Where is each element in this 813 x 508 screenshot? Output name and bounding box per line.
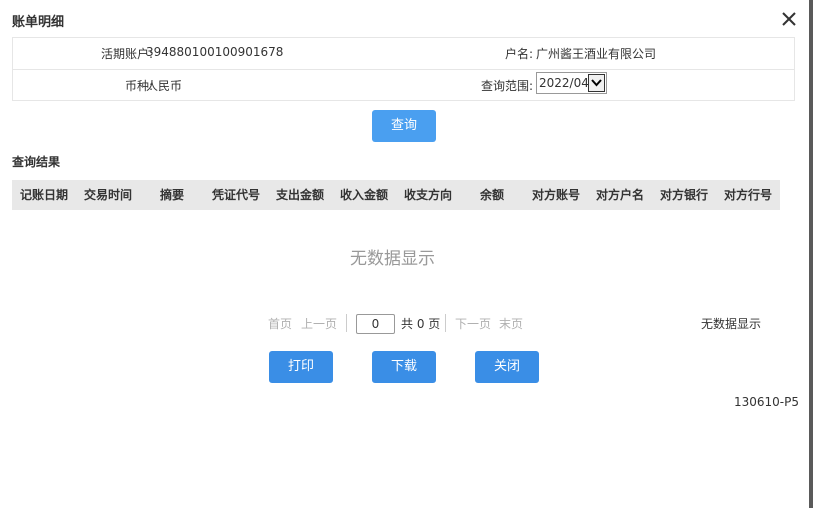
th-counterparty-bank: 对方银行 — [659, 188, 708, 202]
dialog-title: 账单明细 — [12, 15, 65, 30]
info-row: 活期账户: 394880100100901678 户名: 广州酱王酒业有限公司 — [13, 38, 794, 70]
pager-divider — [346, 314, 347, 332]
th-voucher-code: 凭证代号 — [211, 188, 260, 202]
window-edge — [809, 0, 813, 508]
account-value: 394880100100901678 — [146, 45, 284, 59]
results-table-header: 记账日期 交易时间 摘要 凭证代号 支出金额 收入金额 收支方向 余额 对方账号… — [12, 180, 780, 210]
pager-first[interactable]: 首页 — [268, 315, 292, 332]
page-number-input[interactable]: 0 — [356, 314, 395, 334]
account-label: 活期账户: — [100, 47, 153, 61]
chevron-down-icon[interactable] — [588, 74, 605, 92]
th-balance: 余额 — [479, 188, 504, 202]
name-value: 广州酱王酒业有限公司 — [536, 47, 657, 61]
range-label: 查询范围: — [480, 79, 533, 93]
th-counterparty-account: 对方账号 — [531, 188, 580, 202]
download-button[interactable]: 下载 — [372, 351, 436, 383]
print-button[interactable]: 打印 — [269, 351, 333, 383]
pager-last[interactable]: 末页 — [499, 315, 523, 332]
pager-prev[interactable]: 上一页 — [301, 315, 337, 332]
th-direction: 收支方向 — [403, 188, 452, 202]
pager-status: 无数据显示 — [701, 317, 762, 331]
th-counterparty-bank-code: 对方行号 — [723, 188, 772, 202]
info-row: 币种: 人民币 查询范围: 2022/04 — [13, 69, 794, 100]
page-code: 130610-P5 — [734, 395, 800, 409]
currency-value: 人民币 — [146, 79, 183, 93]
th-summary: 摘要 — [159, 188, 184, 202]
range-select-value: 2022/04 — [539, 76, 589, 90]
close-icon[interactable] — [779, 9, 799, 29]
pager-next[interactable]: 下一页 — [455, 315, 491, 332]
th-posting-date: 记账日期 — [19, 188, 68, 202]
th-expense-amount: 支出金额 — [275, 188, 324, 202]
bill-detail-dialog: 账单明细 活期账户: 394880100100901678 户名: 广州酱王酒业… — [0, 0, 809, 508]
th-counterparty-name: 对方户名 — [595, 188, 644, 202]
pager-divider — [445, 314, 446, 332]
empty-table-message: 无数据显示 — [350, 249, 435, 269]
results-title: 查询结果 — [12, 155, 61, 169]
range-select[interactable]: 2022/04 — [536, 72, 607, 94]
th-transaction-time: 交易时间 — [83, 188, 132, 202]
currency-label: 币种: — [124, 79, 153, 93]
name-label: 户名: — [504, 47, 533, 61]
account-info-table: 活期账户: 394880100100901678 户名: 广州酱王酒业有限公司 … — [12, 37, 795, 101]
close-button[interactable]: 关闭 — [475, 351, 539, 383]
query-button[interactable]: 查询 — [372, 110, 436, 142]
th-income-amount: 收入金额 — [339, 188, 388, 202]
pager-total: 共 0 页 — [401, 317, 441, 331]
